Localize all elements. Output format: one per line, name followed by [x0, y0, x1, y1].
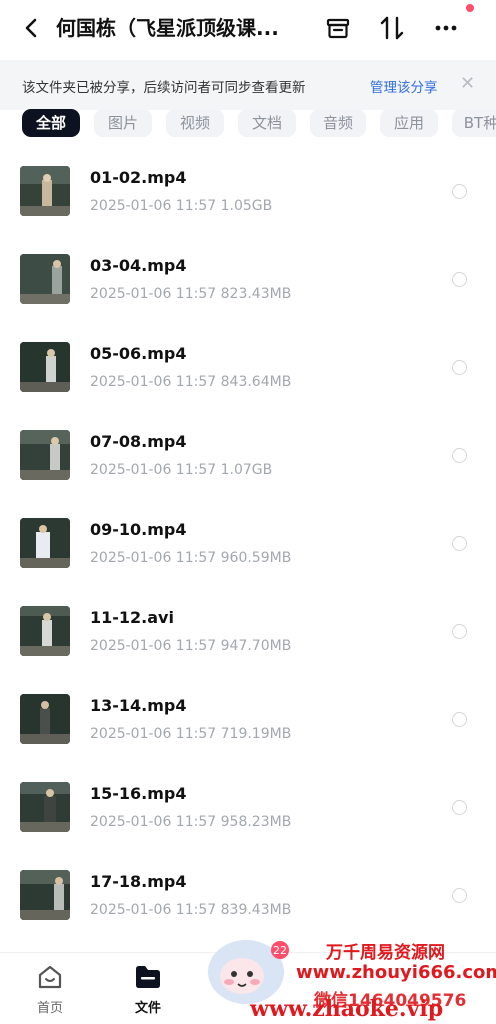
file-name: 15-16.mp4 — [90, 784, 187, 803]
video-thumbnail — [20, 430, 70, 480]
filter-tab-documents[interactable]: 文档 — [238, 109, 296, 137]
file-meta: 2025-01-06 11:57 1.07GB — [90, 462, 272, 478]
select-radio[interactable] — [452, 712, 467, 727]
nav-files[interactable]: 文件 — [118, 963, 178, 1016]
file-date: 2025-01-06 11:57 — [90, 550, 217, 566]
file-meta: 2025-01-06 11:57 843.64MB — [90, 374, 291, 390]
video-thumbnail — [20, 606, 70, 656]
nav-files-label: 文件 — [134, 1001, 161, 1016]
folder-icon — [136, 966, 160, 988]
share-banner: 该文件夹已被分享，后续访问者可同步查看更新 管理该分享 ✕ — [0, 60, 496, 110]
filter-tab-bt[interactable]: BT种 — [452, 109, 496, 137]
file-name: 07-08.mp4 — [90, 432, 187, 451]
file-row[interactable]: 15-16.mp4 2025-01-06 11:57 958.23MB — [0, 762, 496, 850]
nav-home-label: 首页 — [36, 1001, 63, 1016]
file-date: 2025-01-06 11:57 — [90, 286, 217, 302]
filter-tabs: 全部 图片 视频 文档 音频 应用 BT种 — [0, 107, 496, 141]
share-banner-text: 该文件夹已被分享，后续访问者可同步查看更新 — [22, 80, 306, 96]
file-row[interactable]: 03-04.mp4 2025-01-06 11:57 823.43MB — [0, 234, 496, 322]
video-thumbnail — [20, 870, 70, 920]
video-thumbnail — [20, 782, 70, 832]
sort-icon[interactable] — [376, 12, 408, 44]
select-radio[interactable] — [452, 448, 467, 463]
select-radio[interactable] — [452, 888, 467, 903]
file-date: 2025-01-06 11:57 — [90, 198, 217, 214]
file-meta: 2025-01-06 11:57 719.19MB — [90, 726, 291, 742]
watermark-line1: 万千周易资源网 — [326, 943, 445, 963]
file-size: 1.07GB — [220, 462, 273, 478]
filter-tab-images[interactable]: 图片 — [94, 109, 152, 137]
file-size: 839.43MB — [220, 902, 292, 918]
file-size: 1.05GB — [220, 198, 273, 214]
file-name: 05-06.mp4 — [90, 344, 187, 363]
file-row[interactable]: 17-18.mp4 2025-01-06 11:57 839.43MB — [0, 850, 496, 938]
file-meta: 2025-01-06 11:57 960.59MB — [90, 550, 291, 566]
top-bar: 何国栋（飞星派顶级课... — [0, 0, 496, 56]
close-icon[interactable]: ✕ — [460, 74, 475, 94]
back-icon[interactable] — [18, 14, 46, 42]
select-radio[interactable] — [452, 800, 467, 815]
filter-tab-videos[interactable]: 视频 — [166, 109, 224, 137]
filter-tab-apps[interactable]: 应用 — [380, 109, 438, 137]
file-size: 823.43MB — [220, 286, 292, 302]
file-size: 947.70MB — [220, 638, 292, 654]
manage-share-link[interactable]: 管理该分享 — [370, 76, 438, 96]
file-row[interactable]: 05-06.mp4 2025-01-06 11:57 843.64MB — [0, 322, 496, 410]
file-meta: 2025-01-06 11:57 1.05GB — [90, 198, 272, 214]
file-size: 843.64MB — [220, 374, 292, 390]
file-name: 09-10.mp4 — [90, 520, 187, 539]
video-thumbnail — [20, 694, 70, 744]
file-row[interactable]: 01-02.mp4 2025-01-06 11:57 1.05GB — [0, 146, 496, 234]
nav-home[interactable]: 首页 — [20, 963, 80, 1016]
file-date: 2025-01-06 11:57 — [90, 638, 217, 654]
watermark-line4: www.zhaoke.vip — [250, 996, 444, 1022]
file-row[interactable]: 09-10.mp4 2025-01-06 11:57 960.59MB — [0, 498, 496, 586]
file-name: 13-14.mp4 — [90, 696, 187, 715]
select-radio[interactable] — [452, 360, 467, 375]
file-date: 2025-01-06 11:57 — [90, 374, 217, 390]
file-date: 2025-01-06 11:57 — [90, 814, 217, 830]
folder-title: 何国栋（飞星派顶级课... — [56, 16, 279, 40]
mascot-badge: 22 — [273, 944, 287, 957]
video-thumbnail — [20, 518, 70, 568]
file-meta: 2025-01-06 11:57 958.23MB — [90, 814, 291, 830]
select-radio[interactable] — [452, 184, 467, 199]
notification-dot — [466, 4, 474, 12]
select-radio[interactable] — [452, 624, 467, 639]
file-row[interactable]: 13-14.mp4 2025-01-06 11:57 719.19MB — [0, 674, 496, 762]
watermark-line2: www.zhouyi666.com — [296, 962, 496, 983]
file-row[interactable]: 11-12.avi 2025-01-06 11:57 947.70MB — [0, 586, 496, 674]
file-size: 960.59MB — [220, 550, 292, 566]
file-date: 2025-01-06 11:57 — [90, 902, 217, 918]
home-icon — [38, 965, 62, 989]
file-name: 11-12.avi — [90, 608, 174, 627]
select-radio[interactable] — [452, 272, 467, 287]
file-date: 2025-01-06 11:57 — [90, 462, 217, 478]
file-row[interactable]: 07-08.mp4 2025-01-06 11:57 1.07GB — [0, 410, 496, 498]
file-meta: 2025-01-06 11:57 947.70MB — [90, 638, 291, 654]
file-size: 719.19MB — [220, 726, 292, 742]
filter-tab-audio[interactable]: 音频 — [310, 109, 366, 137]
archive-icon[interactable] — [322, 12, 354, 44]
select-radio[interactable] — [452, 536, 467, 551]
file-name: 03-04.mp4 — [90, 256, 187, 275]
video-thumbnail — [20, 166, 70, 216]
file-size: 958.23MB — [220, 814, 292, 830]
file-meta: 2025-01-06 11:57 839.43MB — [90, 902, 291, 918]
file-name: 17-18.mp4 — [90, 872, 187, 891]
file-date: 2025-01-06 11:57 — [90, 726, 217, 742]
video-thumbnail — [20, 254, 70, 304]
file-name: 01-02.mp4 — [90, 168, 187, 187]
more-icon[interactable] — [430, 12, 462, 44]
video-thumbnail — [20, 342, 70, 392]
filter-tab-all[interactable]: 全部 — [22, 109, 80, 137]
file-meta: 2025-01-06 11:57 823.43MB — [90, 286, 291, 302]
